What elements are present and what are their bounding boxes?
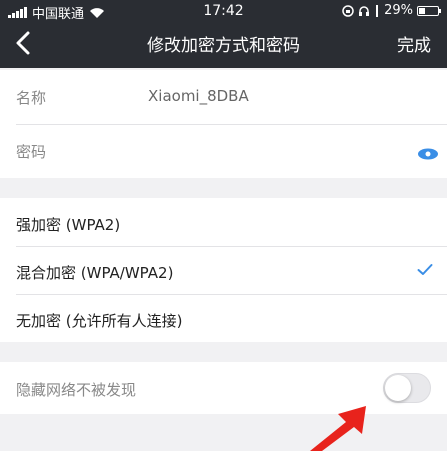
encryption-option-mixed[interactable]: 混合加密 (WPA/WPA2) — [0, 246, 447, 294]
encryption-group: 强加密 (WPA2) 混合加密 (WPA/WPA2) 无加密 (允许所有人连接) — [0, 198, 447, 342]
hidden-network-label: 隐藏网络不被发现 — [16, 381, 137, 399]
battery-percent: 29% — [384, 3, 413, 18]
option-label: 强加密 (WPA2) — [16, 216, 121, 234]
page-title: 修改加密方式和密码 — [147, 36, 300, 56]
name-field[interactable]: Xiaomi_8DBA — [148, 87, 249, 105]
password-label: 密码 — [16, 143, 47, 161]
bluetooth-icon — [376, 4, 379, 17]
option-label: 无加密 (允许所有人连接) — [16, 312, 183, 330]
rotation-lock-icon — [342, 4, 354, 17]
password-row[interactable]: 密码 — [0, 124, 447, 178]
credentials-group: 名称 Xiaomi_8DBA 密码 — [0, 70, 447, 178]
battery-icon — [417, 5, 441, 16]
status-bar: 中国联通 17:42 29% — [0, 0, 447, 22]
name-label: 名称 — [16, 89, 47, 107]
checkmark-icon — [417, 262, 433, 280]
status-right: 29% — [342, 3, 441, 18]
name-row[interactable]: 名称 Xiaomi_8DBA — [0, 70, 447, 124]
red-arrow-annotation — [310, 406, 366, 451]
encryption-option-none[interactable]: 无加密 (允许所有人连接) — [0, 294, 447, 342]
done-button[interactable]: 完成 — [397, 31, 431, 56]
top-bar: 中国联通 17:42 29% 修改加密方式和密码 完成 — [0, 0, 447, 68]
hidden-network-toggle[interactable] — [383, 373, 431, 403]
toggle-knob — [385, 375, 411, 401]
encryption-option-wpa2[interactable]: 强加密 (WPA2) — [0, 198, 447, 246]
option-label: 混合加密 (WPA/WPA2) — [16, 264, 174, 282]
eye-icon[interactable] — [417, 146, 439, 164]
headphones-icon — [359, 5, 370, 16]
